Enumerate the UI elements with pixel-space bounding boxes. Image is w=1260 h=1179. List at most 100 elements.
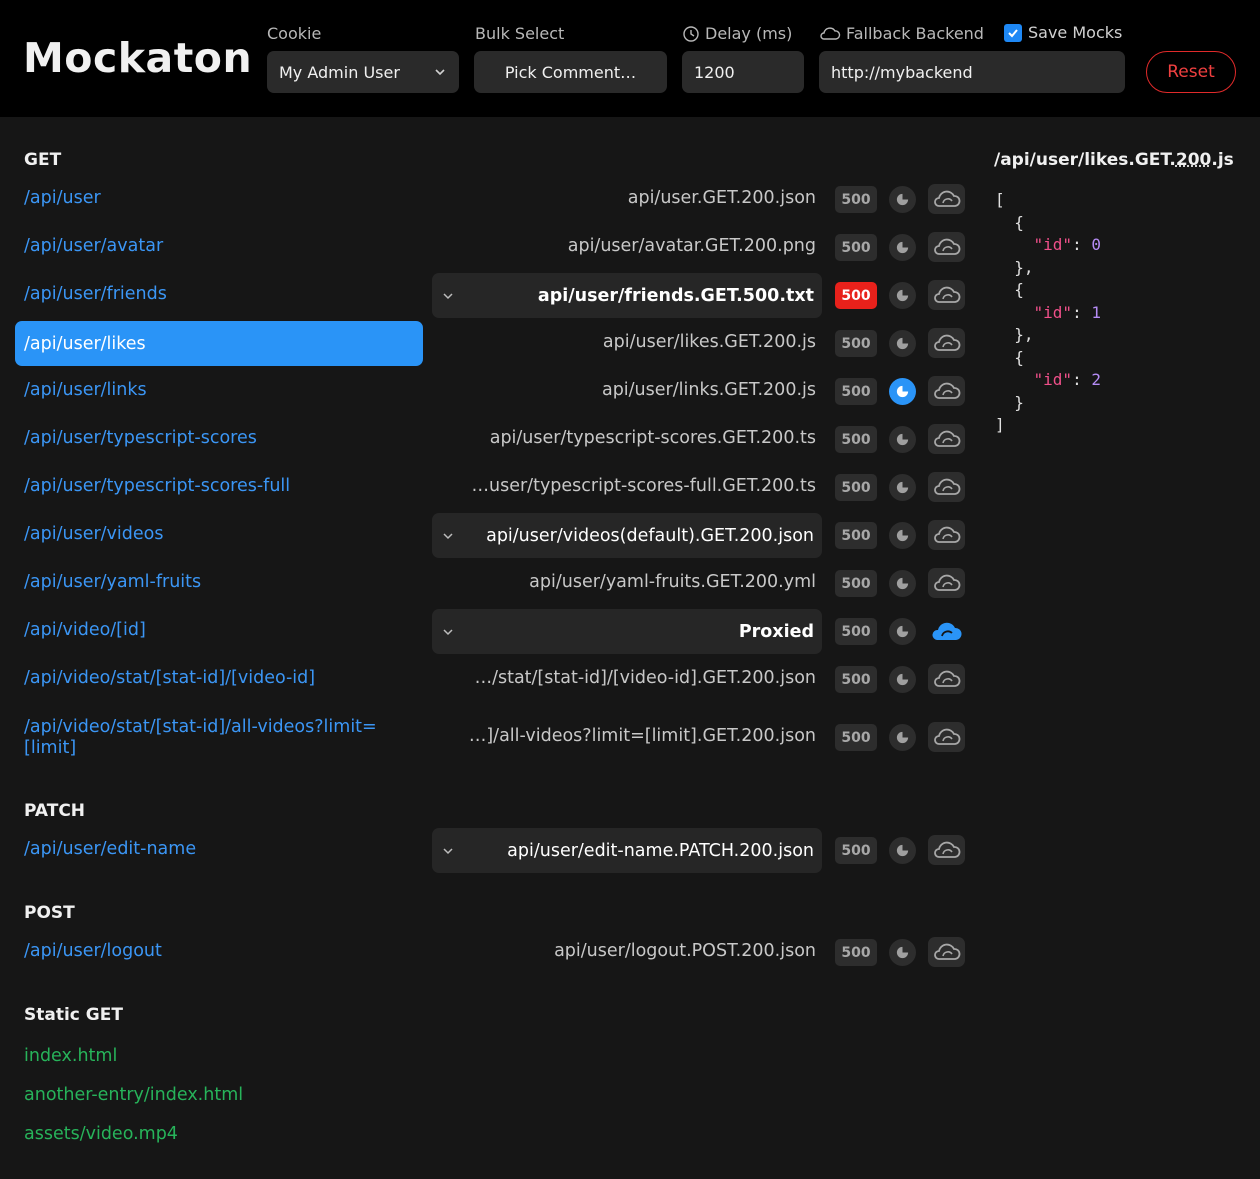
delay-toggle[interactable]	[889, 426, 916, 453]
cookie-select-value: My Admin User	[279, 62, 400, 82]
cloud-icon	[933, 478, 960, 495]
cloud-icon	[933, 943, 960, 960]
clock-icon	[896, 577, 909, 590]
clock-icon	[683, 25, 699, 42]
route-link[interactable]: /api/user/friends	[24, 284, 167, 304]
proxy-toggle[interactable]	[928, 937, 965, 967]
clock-icon	[896, 481, 909, 494]
proxy-toggle[interactable]	[928, 520, 965, 550]
status-500-toggle[interactable]: 500	[835, 724, 877, 751]
proxy-toggle[interactable]	[928, 472, 965, 502]
route-link[interactable]: /api/user/links	[24, 380, 147, 400]
route-link[interactable]: /api/user/avatar	[24, 236, 163, 256]
cloud-icon	[931, 622, 962, 640]
cloud-icon	[820, 26, 841, 40]
bulk-select[interactable]: Pick Comment…	[474, 51, 667, 93]
proxy-toggle[interactable]	[928, 722, 965, 752]
mock-select-value: api/user/videos(default).GET.200.json	[486, 525, 814, 546]
status-500-toggle[interactable]: 500	[835, 522, 877, 549]
route-link[interactable]: /api/user/videos	[24, 524, 163, 544]
delay-toggle[interactable]	[889, 282, 916, 309]
status-500-toggle[interactable]: 500	[835, 666, 877, 693]
route-link-selected[interactable]: /api/user/likes	[15, 321, 423, 366]
clock-icon	[896, 731, 909, 744]
proxy-toggle[interactable]	[928, 232, 965, 262]
save-mocks-checkbox[interactable]	[1004, 23, 1022, 42]
route-link[interactable]: /api/video/stat/[stat-id]/all-videos?lim…	[24, 717, 404, 759]
status-500-toggle[interactable]: 500	[835, 618, 877, 645]
proxy-toggle[interactable]	[928, 328, 965, 358]
proxy-toggle[interactable]	[928, 376, 965, 406]
route-link[interactable]: /api/user/typescript-scores	[24, 428, 257, 448]
delay-toggle[interactable]	[889, 522, 916, 549]
status-500-toggle[interactable]: 500	[835, 837, 877, 864]
route-link[interactable]: /api/video/[id]	[24, 620, 146, 640]
delay-toggle[interactable]	[889, 837, 916, 864]
mock-filename: api/user/links.GET.200.js	[601, 380, 816, 400]
mock-filename: api/user/logout.POST.200.json	[554, 941, 816, 961]
mock-select[interactable]: api/user/edit-name.PATCH.200.json	[432, 828, 822, 873]
delay-toggle[interactable]	[889, 618, 916, 645]
cloud-icon	[933, 728, 960, 745]
cloud-icon	[933, 670, 960, 687]
proxy-toggle[interactable]	[928, 664, 965, 694]
clock-icon	[896, 625, 909, 638]
section-get: GET	[24, 150, 62, 170]
chevron-down-icon	[443, 629, 453, 636]
delay-toggle[interactable]	[889, 378, 916, 405]
delay-toggle[interactable]	[889, 939, 916, 966]
proxy-toggle[interactable]	[928, 616, 965, 646]
proxy-toggle[interactable]	[928, 835, 965, 865]
check-icon	[1008, 28, 1018, 37]
status-500-toggle[interactable]: 500	[835, 186, 877, 213]
clock-icon	[896, 241, 909, 254]
fallback-input[interactable]: http://mybackend	[819, 51, 1125, 93]
mock-filename: api/user/likes.GET.200.js	[602, 332, 816, 352]
static-file-link[interactable]: another-entry/index.html	[24, 1085, 243, 1105]
delay-input[interactable]: 1200	[682, 51, 804, 93]
save-mocks-toggle[interactable]: Save Mocks	[1004, 23, 1122, 42]
bulk-select-value: Pick Comment…	[504, 62, 637, 82]
status-500-toggle[interactable]: 500	[835, 378, 877, 405]
delay-toggle[interactable]	[889, 186, 916, 213]
delay-toggle[interactable]	[889, 330, 916, 357]
mock-select[interactable]: Proxied	[432, 609, 822, 654]
chevron-down-icon	[443, 533, 453, 540]
cookie-label: Cookie	[267, 24, 322, 43]
route-link[interactable]: /api/user/yaml-fruits	[24, 572, 201, 592]
app-logo: Mockaton	[23, 34, 253, 82]
reset-button[interactable]: Reset	[1146, 51, 1236, 93]
delay-toggle[interactable]	[889, 474, 916, 501]
proxy-toggle[interactable]	[928, 280, 965, 310]
status-500-toggle[interactable]: 500	[835, 570, 877, 597]
delay-toggle[interactable]	[889, 724, 916, 751]
status-500-toggle[interactable]: 500	[835, 426, 877, 453]
mock-select-value: api/user/friends.GET.500.txt	[537, 285, 814, 306]
status-500-toggle[interactable]: 500	[835, 330, 877, 357]
proxy-toggle[interactable]	[928, 568, 965, 598]
route-link[interactable]: /api/user/edit-name	[24, 839, 196, 859]
proxy-toggle[interactable]	[928, 424, 965, 454]
cookie-select[interactable]: My Admin User	[267, 51, 459, 93]
delay-toggle[interactable]	[889, 666, 916, 693]
preview-code: [ { "id": 0 }, { "id": 1 }, { "id": 2 } …	[995, 190, 1101, 434]
mock-filename: …]/all-videos?limit=[limit].GET.200.json	[468, 726, 816, 746]
status-500-toggle[interactable]: 500	[835, 939, 877, 966]
delay-toggle[interactable]	[889, 570, 916, 597]
route-link[interactable]: /api/video/stat/[stat-id]/[video-id]	[24, 668, 315, 688]
mock-select[interactable]: api/user/friends.GET.500.txt	[432, 273, 822, 318]
cloud-icon	[933, 286, 960, 303]
route-link[interactable]: /api/user/typescript-scores-full	[24, 476, 290, 496]
route-link[interactable]: /api/user	[24, 188, 101, 208]
status-500-toggle[interactable]: 500	[835, 234, 877, 261]
status-500-toggle[interactable]: 500	[835, 282, 877, 309]
proxy-toggle[interactable]	[928, 184, 965, 214]
static-file-link[interactable]: index.html	[24, 1046, 117, 1066]
section-patch: PATCH	[24, 801, 86, 821]
route-link[interactable]: /api/user/logout	[24, 941, 162, 961]
mock-select[interactable]: api/user/videos(default).GET.200.json	[432, 513, 822, 558]
static-file-link[interactable]: assets/video.mp4	[24, 1124, 178, 1144]
status-500-toggle[interactable]: 500	[835, 474, 877, 501]
delay-toggle[interactable]	[889, 234, 916, 261]
section-static-get: Static GET	[24, 1005, 123, 1025]
